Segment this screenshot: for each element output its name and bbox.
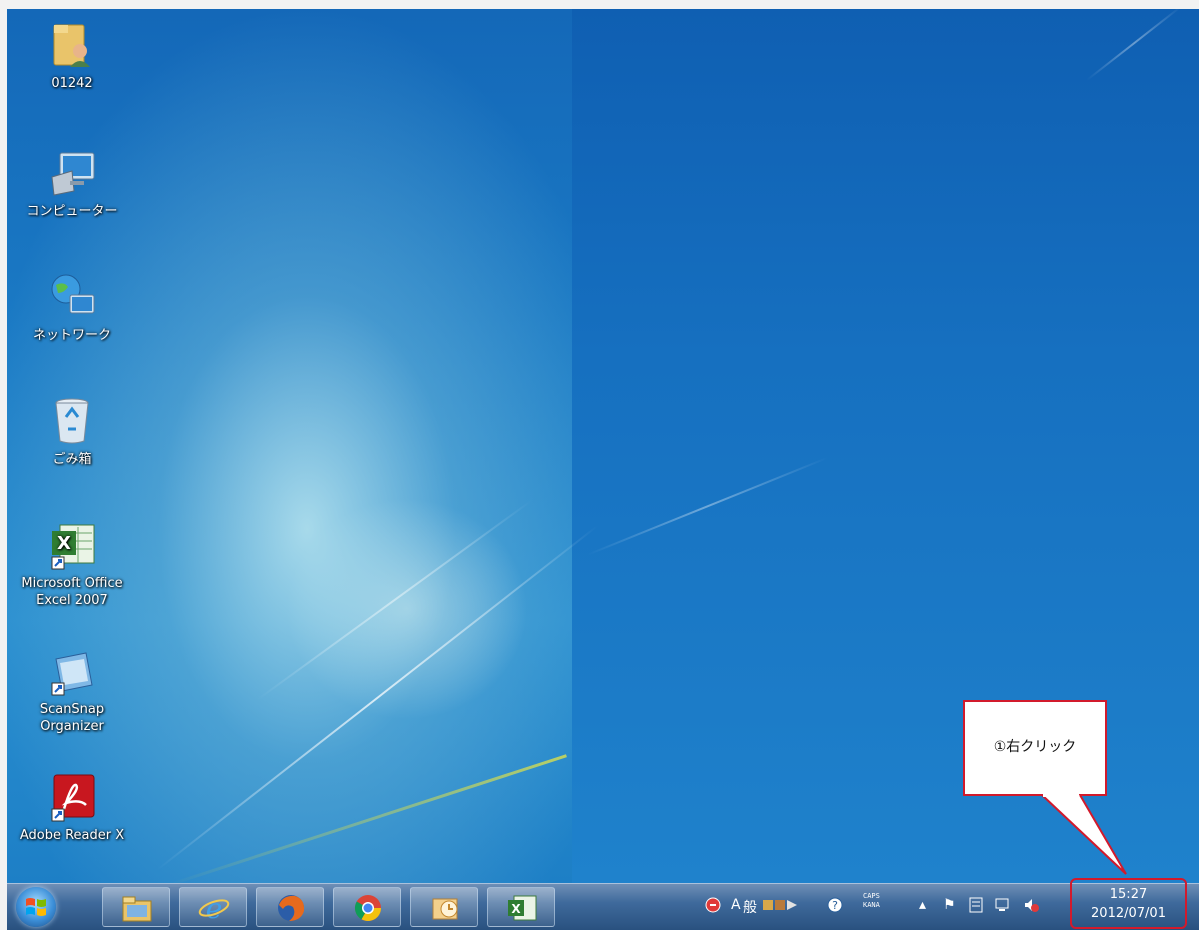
taskbar-excel-button[interactable]: X <box>487 887 555 927</box>
svg-text:?: ? <box>832 899 838 912</box>
desktop-icon-label: Microsoft Office Excel 2007 <box>21 576 123 608</box>
taskbar-outlook-button[interactable] <box>410 887 478 927</box>
network-icon <box>51 274 95 314</box>
desktop-icon-label: 01242 <box>51 76 93 91</box>
wallpaper-streak <box>256 499 533 701</box>
outlook-icon <box>432 898 458 920</box>
desktop-icon-label: ネットワーク <box>32 328 111 343</box>
desktop-icon-excel[interactable]: X Microsoft Office Excel 2007 <box>7 519 137 609</box>
taskbar: e X A 般 ? CAPS KANA ▴ ⚑ <box>7 883 1199 930</box>
windows-logo-icon <box>26 898 46 916</box>
user-folder-icon <box>53 24 90 67</box>
excel-icon: X <box>51 524 95 570</box>
wallpaper-leaf-line <box>166 754 567 883</box>
caps-kana-indicator: CAPS KANA <box>863 892 880 910</box>
annotation-callout-pointer <box>1041 794 1127 875</box>
svg-text:X: X <box>57 533 71 554</box>
chrome-icon <box>354 895 382 922</box>
desktop-icon-label: Adobe Reader X <box>19 828 125 843</box>
ime-bar-icon[interactable] <box>705 897 721 917</box>
taskbar-explorer-button[interactable] <box>102 887 170 927</box>
explorer-icon <box>122 896 152 922</box>
ime-pad-icon[interactable] <box>969 897 983 917</box>
ime-toolbar-icon[interactable] <box>763 897 797 917</box>
desktop-icon-label: ScanSnap Organizer <box>39 702 105 734</box>
taskbar-internet-explorer-button[interactable]: e <box>179 887 247 927</box>
annotation-callout: ①右クリック <box>963 700 1107 796</box>
firefox-icon <box>278 895 305 921</box>
svg-text:e: e <box>206 893 223 923</box>
volume-muted-icon[interactable] <box>1023 897 1039 917</box>
taskbar-chrome-button[interactable] <box>333 887 401 927</box>
desktop-icon-recycle-bin[interactable]: ごみ箱 <box>7 395 137 468</box>
network-tray-icon[interactable] <box>995 897 1011 917</box>
taskbar-firefox-button[interactable] <box>256 887 324 927</box>
caps-label: CAPS <box>863 892 880 900</box>
start-button[interactable] <box>16 887 56 927</box>
kana-label: KANA <box>863 901 880 909</box>
excel-icon: X <box>508 895 537 921</box>
show-hidden-icons-arrow-icon[interactable]: ▴ <box>919 897 926 913</box>
ime-kanji-indicator[interactable]: 般 <box>743 897 757 917</box>
wallpaper-streak <box>156 524 599 871</box>
svg-text:X: X <box>511 902 521 916</box>
desktop-icon-computer[interactable]: コンピューター <box>7 147 137 220</box>
action-center-flag-icon[interactable]: ⚑ <box>943 897 956 913</box>
desktop-icon-label: コンピューター <box>26 204 118 219</box>
recycle-bin-icon <box>55 398 89 444</box>
scansnap-icon <box>51 652 93 696</box>
desktop-icon-adobe-reader[interactable]: Adobe Reader X <box>7 771 137 844</box>
desktop-icon-scansnap[interactable]: ScanSnap Organizer <box>7 645 137 735</box>
annotation-callout-text: ①右クリック <box>993 739 1077 755</box>
desktop-icon-network[interactable]: ネットワーク <box>7 271 137 344</box>
adobe-reader-icon <box>51 774 95 822</box>
desktop-icon-01242[interactable]: 01242 <box>7 19 137 92</box>
clock-highlight-box <box>1070 878 1187 929</box>
ime-mode-indicator[interactable]: A <box>731 897 741 913</box>
internet-explorer-icon: e <box>198 893 230 923</box>
computer-icon <box>51 152 95 196</box>
ime-help-icon[interactable]: ? <box>827 897 843 917</box>
desktop-icon-label: ごみ箱 <box>52 452 92 467</box>
